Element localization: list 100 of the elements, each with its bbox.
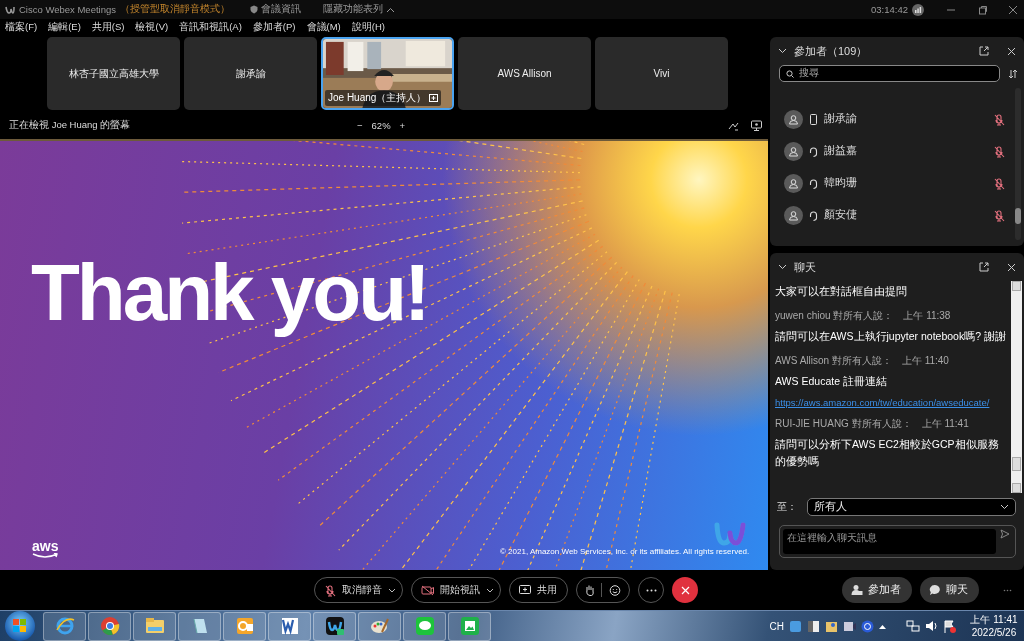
video-tile[interactable]: 林杏子國立高雄大學	[47, 37, 180, 110]
message-sender: AWS Allison 對所有人說：	[775, 354, 892, 368]
recipient-dropdown[interactable]: 所有人	[807, 498, 1016, 516]
close-icon	[680, 585, 690, 595]
participant-row[interactable]: 謝益嘉	[770, 135, 1024, 167]
annotate-icon[interactable]	[728, 120, 739, 131]
message-time: 上午 11:38	[903, 309, 951, 323]
menu-item[interactable]: 檔案(F)	[5, 21, 38, 34]
input-language[interactable]: CH	[769, 620, 784, 632]
raise-hand-icon	[585, 584, 594, 596]
menu-item[interactable]: 說明(H)	[351, 21, 385, 34]
close-icon[interactable]	[1007, 46, 1016, 56]
chevron-down-icon[interactable]	[778, 264, 787, 270]
video-tile[interactable]: 謝承諭	[184, 37, 317, 110]
hide-menu-link[interactable]: 隱藏功能表列	[323, 3, 383, 16]
participant-name: 顏安倢	[824, 208, 857, 222]
webex-logo-icon	[714, 521, 746, 547]
menu-item[interactable]: 音訊和視訊(A)	[179, 21, 242, 34]
chevron-down-icon[interactable]	[778, 48, 787, 54]
muted-mic-icon	[324, 583, 336, 597]
pop-out-icon[interactable]	[979, 262, 989, 272]
taskbar-button[interactable]	[268, 611, 311, 641]
paint-palette-icon	[369, 616, 390, 636]
message-text: 請問可以在AWS上執行jupyter notebook嗎? 謝謝	[775, 329, 1007, 344]
taskbar-button[interactable]	[43, 611, 86, 641]
browser-e-icon	[54, 616, 75, 636]
start-button[interactable]	[5, 611, 35, 641]
scrollbar[interactable]	[1015, 88, 1021, 240]
menu-item[interactable]: 參加者(P)	[252, 21, 296, 34]
participants-button[interactable]: 參加者	[842, 577, 912, 603]
send-icon[interactable]	[1000, 529, 1010, 539]
headset-icon	[809, 145, 818, 157]
taskbar-button[interactable]	[403, 611, 446, 641]
screen-share-icon	[429, 94, 439, 102]
participant-row[interactable]: 顏安倢	[770, 199, 1024, 231]
chat-button[interactable]: 聊天	[920, 577, 979, 603]
folder-icon	[144, 616, 165, 636]
menu-item[interactable]: 編輯(E)	[48, 21, 81, 34]
headset-icon	[809, 209, 818, 221]
message-text: AWS Educate 註冊連結	[775, 374, 888, 389]
taskbar-button[interactable]	[313, 611, 356, 641]
video-tile[interactable]: Vivi	[595, 37, 728, 110]
zoom-out-button[interactable]: −	[357, 120, 363, 131]
taskbar-clock[interactable]: 上午 11:41 2022/5/26	[968, 613, 1020, 639]
network-icon[interactable]	[906, 619, 920, 633]
mode-label: （授管型取消靜音模式）	[120, 3, 230, 16]
taskbar-button[interactable]	[448, 611, 491, 641]
restore-icon[interactable]	[978, 4, 988, 15]
taskbar-button[interactable]	[178, 611, 221, 641]
photo-app-icon	[459, 616, 480, 636]
participant-row[interactable]: 韓昀珊	[770, 167, 1024, 199]
meeting-timer: 03:14:42	[871, 4, 908, 15]
menu-item[interactable]: 會議(M)	[306, 21, 341, 34]
taskbar-button[interactable]	[88, 611, 131, 641]
window-tray-icon[interactable]	[807, 619, 820, 633]
participant-name: 林杏子國立高雄大學	[68, 66, 159, 81]
message-link[interactable]: https://aws.amazon.com/tw/education/awseducate/	[775, 397, 1009, 408]
copyright-text: © 2021, Amazon Web Services, Inc. or its affiliates. All rights reserved.	[500, 547, 750, 556]
menu-item[interactable]: 檢視(V)	[135, 21, 169, 34]
muted-mic-icon	[993, 112, 1005, 126]
avatar-icon	[784, 205, 803, 225]
scrollbar[interactable]	[1011, 281, 1022, 493]
taskbar-button[interactable]	[358, 611, 401, 641]
camera-tray-icon[interactable]	[843, 619, 856, 633]
leave-button[interactable]	[672, 577, 698, 603]
video-tile[interactable]: Joe Huang（主持人）	[321, 37, 454, 110]
search-icon	[786, 69, 794, 78]
message-text: 請問可以分析下AWS EC2相較於GCP相似服務的優勢嗎	[775, 437, 1000, 469]
meeting-info-link[interactable]: 會議資訊	[261, 3, 301, 16]
search-field[interactable]: 搜尋	[779, 65, 1000, 82]
camera-off-icon	[421, 584, 434, 596]
caret-up-icon[interactable]	[386, 6, 395, 13]
menu-item[interactable]: 共用(S)	[91, 21, 125, 34]
chat-input[interactable]: 在這裡輸入聊天訊息	[783, 529, 996, 554]
flag-icon[interactable]	[943, 619, 956, 633]
close-icon[interactable]	[1008, 4, 1018, 15]
windows-logo-icon	[13, 619, 27, 633]
participant-name: 謝承諭	[824, 112, 857, 126]
taskbar-button[interactable]	[223, 611, 266, 641]
pop-out-icon[interactable]	[979, 46, 989, 56]
participant-name: 韓昀珊	[824, 176, 857, 190]
participant-row[interactable]: 謝承諭	[770, 103, 1024, 135]
mobile-icon	[809, 113, 818, 125]
zoom-level: 62%	[371, 120, 391, 131]
close-icon[interactable]	[1007, 262, 1016, 272]
speaker-icon[interactable]	[925, 620, 938, 632]
taskbar-button[interactable]	[133, 611, 176, 641]
speech-bubble-icon	[929, 584, 941, 596]
video-tile[interactable]: AWS Allison	[458, 37, 591, 110]
caret-up-icon[interactable]	[879, 623, 886, 629]
caret-down-icon	[486, 587, 494, 593]
sort-icon[interactable]	[1008, 68, 1018, 79]
avatar-icon	[784, 141, 803, 161]
zoom-in-button[interactable]: +	[399, 120, 406, 131]
muted-mic-icon	[993, 208, 1005, 222]
screen-icon[interactable]	[751, 120, 762, 131]
message-time: 上午 11:40	[901, 354, 949, 368]
shield-icon	[250, 5, 258, 14]
word-icon	[279, 616, 300, 636]
message-text: 大家可以在對話框自由提問	[775, 284, 908, 299]
